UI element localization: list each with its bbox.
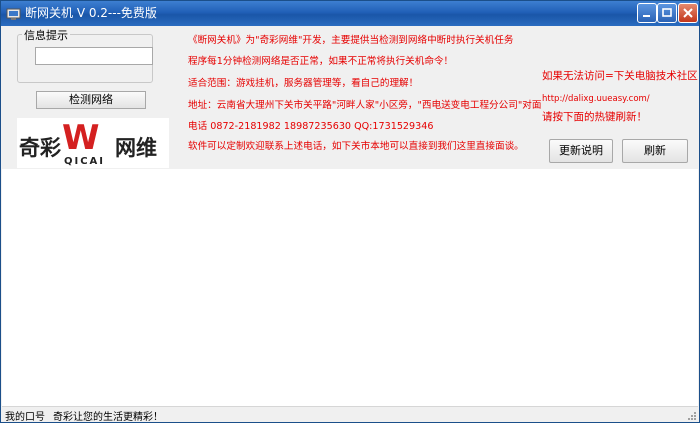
refresh-hint: 请按下面的热键刷新！ (542, 111, 647, 123)
status-bar: 我的口号 奇彩让您的生活更精彩！ (2, 406, 698, 423)
app-icon (6, 8, 21, 20)
window-title: 断网关机 V 0.2---免费版 (25, 6, 157, 20)
notice-line: 地址：云南省大理州下关市关平路"河畔人家"小区旁，"西电送变电工程分公司"对面 (188, 100, 542, 111)
close-button[interactable] (678, 3, 698, 23)
logo-text-left: 奇彩 (19, 136, 61, 160)
notice-line: 《断网关机》为"奇彩网维"开发，主要提供当检测到网络中断时执行关机任务 (188, 35, 514, 46)
refresh-button[interactable]: 刷新 (622, 139, 688, 163)
logo-graphic: 奇彩 W QICAI 网维 (19, 118, 157, 167)
maximize-icon (662, 8, 672, 17)
minimize-icon (643, 15, 650, 17)
qicai-logo: 奇彩 W QICAI 网维 (17, 118, 169, 168)
info-group-label: 信息提示 (22, 27, 70, 43)
community-link[interactable]: http://dalixg.uueasy.com/ (542, 92, 650, 106)
notice-line: 电话 0872-2181982 18987235630 QQ:173152934… (188, 121, 434, 132)
minimize-button[interactable] (637, 3, 657, 23)
resize-grip-icon[interactable] (687, 411, 697, 421)
check-network-button[interactable]: 检测网络 (36, 91, 146, 109)
status-message: 奇彩让您的生活更精彩！ (53, 412, 163, 423)
app-window: 断网关机 V 0.2---免费版 信息提示 检测网络 奇彩 W QICAI 网维… (0, 0, 700, 423)
notice-line: 适合范围：游戏挂机，服务器管理等，看自己的理解！ (188, 78, 419, 89)
control-panel: 信息提示 检测网络 奇彩 W QICAI 网维 《断网关机》为"奇彩网维"开发，… (2, 26, 698, 169)
status-label: 我的口号 (5, 412, 45, 423)
notice-line: 程序每1分钟检测网络是否正常，如果不正常将执行关机命令！ (188, 56, 454, 67)
logo-w: W (62, 118, 100, 158)
browser-area[interactable] (2, 169, 698, 406)
logo-text-right: 网维 (115, 136, 157, 160)
right-panel-title: 如果无法访问=下关电脑技术社区 (542, 70, 698, 82)
close-icon (683, 8, 693, 18)
notice-line: 软件可以定制欢迎联系上述电话，如下关市本地可以直接到我们这里直接面谈。 (188, 141, 524, 152)
update-notes-button[interactable]: 更新说明 (549, 139, 613, 163)
logo-sub: QICAI (64, 156, 105, 167)
info-input[interactable] (35, 47, 153, 65)
maximize-button[interactable] (657, 3, 677, 23)
title-bar[interactable]: 断网关机 V 0.2---免费版 (1, 1, 699, 26)
